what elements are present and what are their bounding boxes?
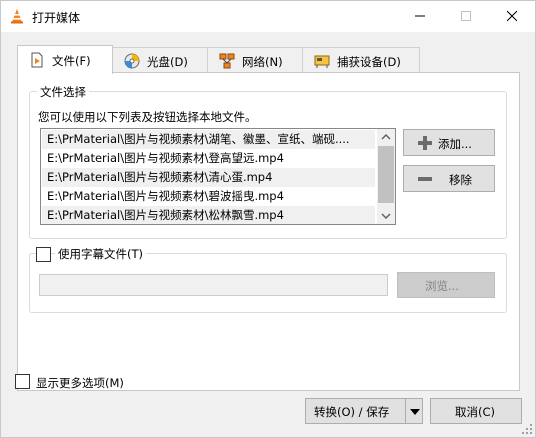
more-options-label[interactable]: 显示更多选项(M) <box>36 375 124 391</box>
remove-file-button[interactable]: 移除 <box>403 165 495 192</box>
tab-disc[interactable]: 光盘(D) <box>112 47 208 73</box>
cancel-button[interactable]: 取消(C) <box>430 398 522 424</box>
tab-label: 光盘(D) <box>147 55 188 69</box>
scroll-thumb[interactable] <box>378 146 394 203</box>
cancel-label: 取消(C) <box>455 405 496 419</box>
maximize-button[interactable] <box>443 1 489 32</box>
open-media-dialog: 打开媒体 文件(F) 光盘(D) 网络(N) 捕获设备(D) 文件选择 您可以使… <box>0 0 536 438</box>
minimize-button[interactable] <box>397 1 443 32</box>
network-icon <box>219 53 235 69</box>
chevron-down-icon <box>381 213 391 220</box>
convert-save-label: 转换(O) / 保存 <box>314 405 390 419</box>
list-item[interactable]: E:\PrMaterial\图片与视频素材\松林飘雪.mp4 <box>42 206 375 224</box>
browse-label: 浏览... <box>425 279 459 293</box>
scroll-down-button[interactable] <box>377 207 395 224</box>
tab-label: 网络(N) <box>242 55 283 69</box>
list-scrollbar[interactable] <box>377 129 395 224</box>
list-item[interactable]: E:\PrMaterial\图片与视频素材\登高望远.mp4 <box>42 149 375 168</box>
plus-icon <box>418 136 432 150</box>
chevron-up-icon <box>381 133 391 140</box>
window-title: 打开媒体 <box>32 11 81 25</box>
capture-card-icon <box>314 55 330 68</box>
minimize-icon <box>415 15 425 17</box>
convert-save-button[interactable]: 转换(O) / 保存 <box>305 398 406 424</box>
tab-label: 文件(F) <box>52 54 91 68</box>
list-item[interactable]: E:\PrMaterial\图片与视频素材\碧波摇曳.mp4 <box>42 187 375 206</box>
title-bar[interactable]: 打开媒体 <box>1 1 535 32</box>
browse-button[interactable]: 浏览... <box>397 272 495 298</box>
file-play-icon <box>31 52 43 68</box>
add-label: 添加... <box>438 137 472 151</box>
list-item[interactable]: E:\PrMaterial\图片与视频素材\清心蛋.mp4 <box>42 168 375 187</box>
file-selection-hint: 您可以使用以下列表及按钮选择本地文件。 <box>38 110 257 124</box>
more-options-checkbox[interactable] <box>15 374 30 389</box>
subtitle-checkbox[interactable] <box>36 247 51 262</box>
convert-dropdown-button[interactable] <box>405 398 423 424</box>
tab-label: 捕获设备(D) <box>337 55 401 69</box>
disc-icon <box>124 53 140 69</box>
list-item[interactable]: E:\PrMaterial\图片与视频素材\湖笔、徽墨、宣纸、端砚.... <box>42 130 375 149</box>
subtitle-path-field[interactable] <box>39 274 388 296</box>
subtitle-checkbox-label[interactable]: 使用字幕文件(T) <box>55 246 146 262</box>
file-selection-legend: 文件选择 <box>37 84 89 100</box>
tab-network[interactable]: 网络(N) <box>207 47 303 73</box>
tab-capture-device[interactable]: 捕获设备(D) <box>302 47 420 73</box>
minus-icon <box>418 177 432 181</box>
close-icon <box>507 11 517 21</box>
resize-grip-icon[interactable] <box>521 423 533 435</box>
maximize-icon <box>461 11 471 21</box>
add-file-button[interactable]: 添加... <box>403 129 495 156</box>
close-button[interactable] <box>489 1 535 32</box>
tab-file[interactable]: 文件(F) <box>17 45 113 74</box>
remove-label: 移除 <box>449 173 472 187</box>
dropdown-arrow-icon <box>410 409 420 415</box>
vlc-cone-icon <box>11 9 23 24</box>
file-list[interactable]: E:\PrMaterial\图片与视频素材\湖笔、徽墨、宣纸、端砚.... E:… <box>40 128 396 225</box>
scroll-up-button[interactable] <box>377 129 395 146</box>
